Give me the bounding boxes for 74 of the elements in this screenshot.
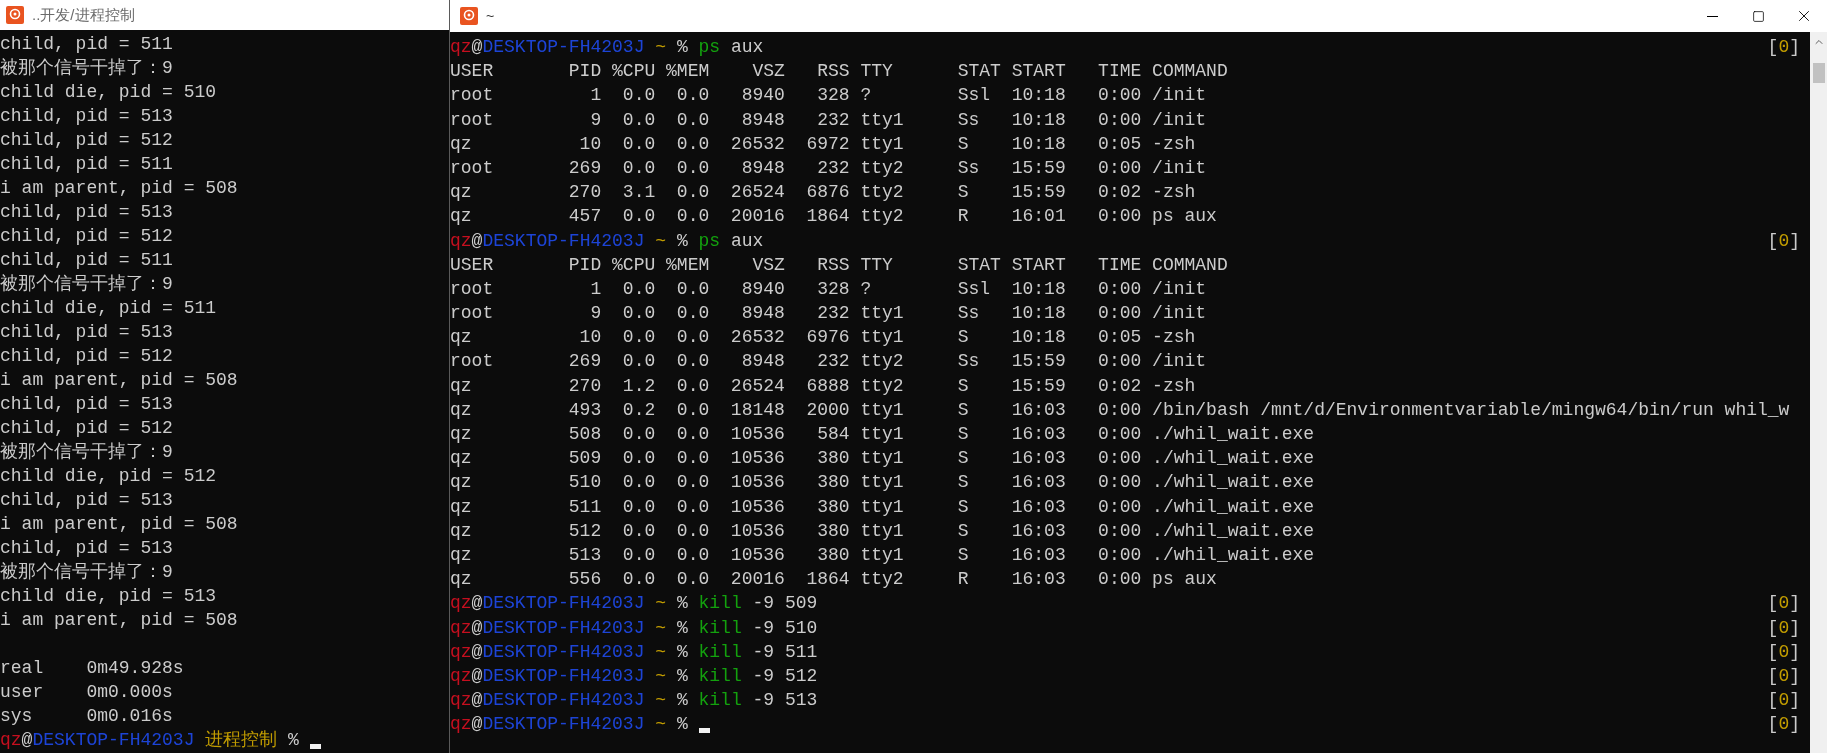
output-line: root 1 0.0 0.0 8940 328 ? Ssl 10:18 0:00 /init bbox=[450, 84, 1207, 108]
output-line: qz 510 0.0 0.0 10536 380 tty1 S 16:03 0:00 ./whil_wait.exe bbox=[450, 471, 1315, 495]
output-line: child, pid = 513 bbox=[0, 489, 173, 512]
output-line: qz 493 0.2 0.0 18148 2000 tty1 S 16:03 0:00 /bin/bash /mnt/d/Environmentvariable/mingw64/bin/run whil_w bbox=[450, 398, 1790, 422]
output-line: USER PID %CPU %MEM VSZ RSS TTY STAT START TIME COMMAND bbox=[450, 253, 1228, 277]
output-line: i am parent, pid = 508 bbox=[0, 369, 238, 392]
output-line: root 269 0.0 0.0 8948 232 tty2 Ss 15:59 0:00 /init bbox=[450, 156, 1207, 180]
exit-status: [0] bbox=[1767, 689, 1800, 713]
output-line: qz 509 0.0 0.0 10536 380 tty1 S 16:03 0:00 ./whil_wait.exe bbox=[450, 447, 1315, 471]
output-line: child, pid = 513 bbox=[0, 321, 173, 344]
output-line: child die, pid = 511 bbox=[0, 297, 217, 320]
output-line: 被那个信号干掉了：9 bbox=[0, 57, 173, 80]
minimize-icon bbox=[1706, 15, 1718, 17]
output-line: qz 512 0.0 0.0 10536 380 tty1 S 16:03 0:00 ./whil_wait.exe bbox=[450, 519, 1315, 543]
output-line: 被那个信号干掉了：9 bbox=[0, 441, 173, 464]
output-line: child, pid = 511 bbox=[0, 153, 173, 176]
output-line: qz 513 0.0 0.0 10536 380 tty1 S 16:03 0:00 ./whil_wait.exe bbox=[450, 543, 1315, 567]
output-line: i am parent, pid = 508 bbox=[0, 513, 238, 536]
output-line: qz 10 0.0 0.0 26532 6976 tty1 S 10:18 0:05 -zsh bbox=[450, 326, 1196, 350]
output-line: child, pid = 512 bbox=[0, 417, 173, 440]
exit-status: [0] bbox=[1767, 229, 1800, 253]
output-line: child die, pid = 512 bbox=[0, 465, 217, 488]
prompt-line: qz@DESKTOP-FH4203J ~ % ps aux bbox=[450, 229, 764, 253]
maximize-icon bbox=[1751, 9, 1765, 23]
output-line: qz 556 0.0 0.0 20016 1864 tty2 R 16:03 0:00 ps aux bbox=[450, 568, 1217, 592]
output-line: qz 270 1.2 0.0 26524 6888 tty2 S 15:59 0:02 -zsh bbox=[450, 374, 1196, 398]
output-line: user 0m0.000s bbox=[0, 681, 173, 704]
output-line: child die, pid = 513 bbox=[0, 585, 217, 608]
exit-status: [0] bbox=[1767, 36, 1800, 59]
prompt-line: qz@DESKTOP-FH4203J ~ % ps aux bbox=[450, 36, 764, 59]
exit-status: [0] bbox=[1767, 640, 1800, 664]
output-line: real 0m49.928s bbox=[0, 657, 184, 680]
output-line: USER PID %CPU %MEM VSZ RSS TTY STAT START TIME COMMAND bbox=[450, 60, 1228, 84]
window-title: ~ bbox=[486, 6, 495, 26]
output-line: 被那个信号干掉了：9 bbox=[0, 273, 173, 296]
output-line: child, pid = 512 bbox=[0, 129, 173, 152]
output-line: qz 508 0.0 0.0 10536 584 tty1 S 16:03 0:00 ./whil_wait.exe bbox=[450, 423, 1315, 446]
output-line: child, pid = 511 bbox=[0, 249, 173, 272]
exit-status: [0] bbox=[1767, 592, 1800, 616]
app-icon bbox=[6, 6, 24, 24]
output-line: qz 511 0.0 0.0 10536 380 tty1 S 16:03 0:00 ./whil_wait.exe bbox=[450, 495, 1315, 519]
prompt-line: qz@DESKTOP-FH4203J ~ % kill -9 510 bbox=[450, 616, 818, 640]
output-line: child, pid = 513 bbox=[0, 537, 173, 560]
output-line: i am parent, pid = 508 bbox=[0, 609, 238, 632]
output-line: qz 10 0.0 0.0 26532 6972 tty1 S 10:18 0:05 -zsh bbox=[450, 132, 1196, 156]
prompt-line: qz@DESKTOP-FH4203J 进程控制 % bbox=[0, 729, 299, 752]
app-icon bbox=[460, 7, 478, 25]
exit-status: [0] bbox=[1767, 664, 1800, 688]
output-line: 被那个信号干掉了：9 bbox=[0, 561, 173, 584]
output-line: child, pid = 512 bbox=[0, 225, 173, 248]
exit-status: [0] bbox=[1767, 713, 1800, 737]
scrollbar-thumb[interactable] bbox=[1812, 63, 1825, 83]
output-line: root 1 0.0 0.0 8940 328 ? Ssl 10:18 0:00 /init bbox=[450, 277, 1207, 301]
prompt-line: qz@DESKTOP-FH4203J ~ % kill -9 509 bbox=[450, 592, 818, 616]
output-line: child, pid = 513 bbox=[0, 393, 173, 416]
output-line: i am parent, pid = 508 bbox=[0, 177, 238, 200]
window-title: ..开发/进程控制 bbox=[32, 4, 135, 25]
output-line: root 269 0.0 0.0 8948 232 tty2 Ss 15:59 0:00 /init bbox=[450, 350, 1207, 374]
output-line: sys 0m0.016s bbox=[0, 705, 173, 728]
prompt-line: qz@DESKTOP-FH4203J ~ % bbox=[450, 713, 688, 737]
output-line: child, pid = 513 bbox=[0, 105, 173, 128]
output-line: root 9 0.0 0.0 8948 232 tty1 Ss 10:18 0:00 /init bbox=[450, 302, 1207, 326]
prompt-line: qz@DESKTOP-FH4203J ~ % kill -9 512 bbox=[450, 664, 818, 688]
prompt-line: qz@DESKTOP-FH4203J ~ % kill -9 513 bbox=[450, 689, 818, 713]
output-line: child, pid = 513 bbox=[0, 201, 173, 224]
scrollbar[interactable] bbox=[1810, 32, 1827, 753]
output-line: child die, pid = 510 bbox=[0, 81, 217, 104]
output-line: root 9 0.0 0.0 8948 232 tty1 Ss 10:18 0:00 /init bbox=[450, 108, 1207, 132]
output-line: child, pid = 511 bbox=[0, 33, 173, 56]
prompt-line: qz@DESKTOP-FH4203J ~ % kill -9 511 bbox=[450, 640, 818, 664]
output-line: qz 270 3.1 0.0 26524 6876 tty2 S 15:59 0:02 -zsh bbox=[450, 181, 1196, 205]
exit-status: [0] bbox=[1767, 616, 1800, 640]
output-line: child, pid = 512 bbox=[0, 345, 173, 368]
output-line: qz 457 0.0 0.0 20016 1864 tty2 R 16:01 0:00 ps aux bbox=[450, 205, 1217, 229]
